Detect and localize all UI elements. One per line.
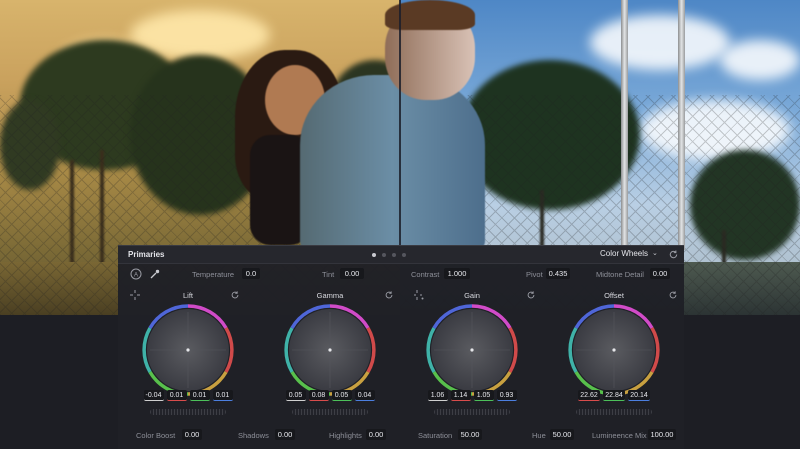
hue-label: Hue xyxy=(532,431,546,440)
gain-wheel[interactable]: Gain 1.06 1.14 1.05 0.93 xyxy=(414,288,535,423)
reset-icon[interactable] xyxy=(668,290,678,300)
gamma-g-field[interactable]: 0.05 xyxy=(331,390,352,401)
gamma-r-field[interactable]: 0.08 xyxy=(308,390,329,401)
offset-g-field[interactable]: 22.84 xyxy=(603,390,625,401)
lift-g-field[interactable]: 0.01 xyxy=(189,390,210,401)
midtone-detail-field[interactable]: 0.00 xyxy=(650,268,670,279)
gain-y-field[interactable]: 1.06 xyxy=(427,390,448,401)
reset-icon[interactable] xyxy=(526,290,536,300)
gamma-wheel[interactable]: Gamma 0.05 0.08 0.05 0.04 xyxy=(280,288,393,423)
shadows-field[interactable]: 0.00 xyxy=(275,429,295,440)
mode-dropdown[interactable]: Color Wheels xyxy=(600,249,648,258)
page-dot-4[interactable] xyxy=(402,253,406,257)
page-dot-1[interactable] xyxy=(372,253,376,257)
contrast-label: Contrast xyxy=(411,270,440,279)
wheel-title: Gain xyxy=(464,291,480,300)
gain-r-field[interactable]: 1.14 xyxy=(450,390,471,401)
auto-balance-icon[interactable]: A xyxy=(130,268,142,280)
reset-icon[interactable] xyxy=(230,290,240,300)
offset-wheel[interactable]: Offset 22.62 22.84 20.14 xyxy=(564,288,677,423)
wheel-values: 1.06 1.14 1.05 0.93 xyxy=(422,390,522,401)
wheel-title: Lift xyxy=(182,291,193,300)
page-dot-3[interactable] xyxy=(392,253,396,257)
wheel-title: Offset xyxy=(604,291,624,300)
lift-wheel[interactable]: Lift -0.04 0.01 0.01 0.01 xyxy=(130,288,240,423)
lift-b-field[interactable]: 0.01 xyxy=(212,390,233,401)
wheel-values: 0.05 0.08 0.05 0.04 xyxy=(280,390,380,401)
primaries-panel: Primaries Color Wheels ⌄ A Temperature 0… xyxy=(118,245,684,449)
lift-master-dial[interactable] xyxy=(150,409,226,415)
gain-g-field[interactable]: 1.05 xyxy=(473,390,494,401)
color-boost-label: Color Boost xyxy=(136,431,176,440)
midtone-detail-label: Midtone Detail xyxy=(596,270,644,279)
shadows-label: Shadows xyxy=(238,431,269,440)
offset-master-dial[interactable] xyxy=(576,409,652,415)
color-wheel[interactable] xyxy=(566,302,662,398)
gain-master-dial[interactable] xyxy=(434,409,510,415)
luminance-mix-label: Lumineence Mix xyxy=(592,431,647,440)
color-wheel[interactable] xyxy=(140,302,236,398)
wheel-title: Gamma xyxy=(316,291,344,300)
panel-title: Primaries xyxy=(128,250,165,259)
svg-text:A: A xyxy=(134,272,138,278)
hue-field[interactable]: 50.00 xyxy=(550,429,574,440)
luminance-mix-field[interactable]: 100.00 xyxy=(648,429,676,440)
tint-label: Tint xyxy=(322,270,335,279)
wheel-values: -0.04 0.01 0.01 0.01 xyxy=(138,390,238,401)
offset-r-field[interactable]: 22.62 xyxy=(578,390,600,401)
picker-icon[interactable] xyxy=(149,268,161,280)
gamma-b-field[interactable]: 0.04 xyxy=(354,390,375,401)
reset-icon[interactable] xyxy=(384,290,394,300)
panel-header: Primaries Color Wheels ⌄ xyxy=(118,246,684,264)
saturation-field[interactable]: 50.00 xyxy=(458,429,482,440)
highlights-label: Highlights xyxy=(329,431,362,440)
gamma-y-field[interactable]: 0.05 xyxy=(285,390,306,401)
color-wheel[interactable] xyxy=(424,302,520,398)
lift-r-field[interactable]: 0.01 xyxy=(166,390,187,401)
highlights-field[interactable]: 0.00 xyxy=(366,429,386,440)
tint-field[interactable]: 0.00 xyxy=(340,268,364,279)
color-wheel[interactable] xyxy=(282,302,378,398)
offset-b-field[interactable]: 20.14 xyxy=(628,390,650,401)
reset-icon[interactable] xyxy=(668,249,679,260)
temperature-field[interactable]: 0.0 xyxy=(242,268,260,279)
contrast-field[interactable]: 1.000 xyxy=(444,268,470,279)
wheel-values: 22.62 22.84 20.14 xyxy=(564,390,664,401)
gain-b-field[interactable]: 0.93 xyxy=(496,390,517,401)
temperature-label: Temperature xyxy=(192,270,235,279)
page-indicator[interactable] xyxy=(372,253,406,257)
color-boost-field[interactable]: 0.00 xyxy=(182,429,202,440)
pivot-label: Pivot xyxy=(526,270,543,279)
chevron-down-icon[interactable]: ⌄ xyxy=(652,249,658,257)
page-dot-2[interactable] xyxy=(382,253,386,257)
split-screen-divider[interactable] xyxy=(399,0,401,250)
pivot-field[interactable]: 0.435 xyxy=(546,268,570,279)
gamma-master-dial[interactable] xyxy=(292,409,368,415)
saturation-label: Saturation xyxy=(418,431,453,440)
lift-y-field[interactable]: -0.04 xyxy=(143,390,164,401)
